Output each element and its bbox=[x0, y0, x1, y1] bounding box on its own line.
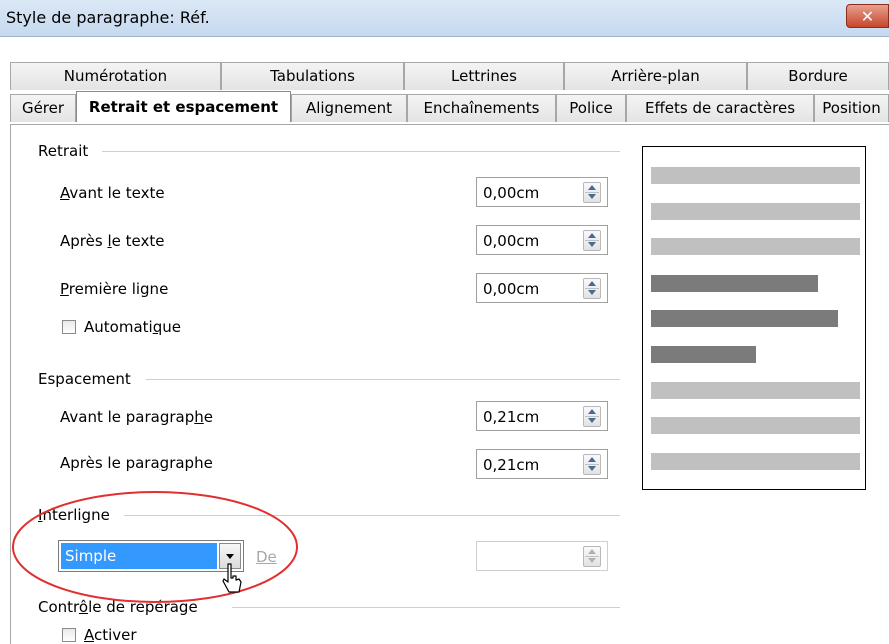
spin-up-icon bbox=[588, 409, 596, 414]
preview-line-current bbox=[651, 346, 756, 363]
spin-down-icon bbox=[588, 558, 596, 563]
espacement-separator bbox=[146, 379, 620, 380]
premiere-ligne-spinbox[interactable]: 0,00cm bbox=[476, 273, 608, 303]
preview-line bbox=[651, 382, 860, 399]
spin-down-icon bbox=[588, 290, 596, 295]
spin-buttons[interactable] bbox=[583, 546, 601, 567]
apres-le-texte-label: Après le texte bbox=[60, 232, 165, 250]
activer-label: Activer bbox=[84, 626, 137, 644]
retrait-separator bbox=[102, 151, 620, 152]
tab-arriere-plan[interactable]: Arrière-plan bbox=[564, 62, 747, 90]
apres-le-paragraphe-spinbox[interactable]: 0,21cm bbox=[476, 449, 608, 479]
retrait-section-label: Retrait bbox=[38, 142, 89, 160]
spin-up-icon bbox=[588, 457, 596, 462]
apres-le-texte-value: 0,00cm bbox=[483, 232, 540, 250]
tab-tabulations[interactable]: Tabulations bbox=[221, 62, 404, 90]
tab-bordure[interactable]: Bordure bbox=[747, 62, 889, 90]
apres-le-texte-spinbox[interactable]: 0,00cm bbox=[476, 225, 608, 255]
avant-le-texte-label: Avant le texte bbox=[60, 184, 165, 202]
avant-le-texte-value: 0,00cm bbox=[483, 184, 540, 202]
avant-le-paragraphe-value: 0,21cm bbox=[483, 408, 540, 426]
tab-retrait-et-espacement[interactable]: Retrait et espacement bbox=[76, 91, 291, 122]
title-bar: Style de paragraphe: Réf. ✕ bbox=[0, 0, 889, 37]
spin-down-icon bbox=[588, 418, 596, 423]
apres-le-paragraphe-value: 0,21cm bbox=[483, 456, 540, 474]
window-title: Style de paragraphe: Réf. bbox=[6, 8, 210, 27]
spin-down-icon bbox=[588, 466, 596, 471]
spin-buttons[interactable] bbox=[583, 278, 601, 299]
spin-up-icon bbox=[588, 281, 596, 286]
spin-buttons[interactable] bbox=[583, 406, 601, 427]
tab-numerotation[interactable]: Numérotation bbox=[10, 62, 221, 90]
preview-line bbox=[651, 238, 860, 255]
avant-le-paragraphe-spinbox[interactable]: 0,21cm bbox=[476, 401, 608, 431]
paragraph-preview bbox=[642, 146, 866, 490]
preview-line bbox=[651, 167, 860, 184]
interligne-value-spinbox[interactable] bbox=[476, 541, 608, 571]
apres-le-paragraphe-label: Après le paragraphe bbox=[60, 454, 213, 472]
controle-separator bbox=[232, 607, 620, 608]
automatique-label: Automatique bbox=[84, 318, 181, 336]
tab-gerer[interactable]: Gérer bbox=[10, 94, 76, 122]
preview-line-current bbox=[651, 275, 818, 292]
avant-le-paragraphe-label: Avant le paragraphe bbox=[60, 408, 213, 426]
activer-checkbox[interactable] bbox=[62, 628, 76, 642]
espacement-section-label: Espacement bbox=[38, 370, 131, 388]
tab-enchainements[interactable]: Enchaînements bbox=[407, 94, 556, 122]
mouse-pointer-icon bbox=[222, 563, 242, 593]
spin-buttons[interactable] bbox=[583, 230, 601, 251]
avant-le-texte-spinbox[interactable]: 0,00cm bbox=[476, 177, 608, 207]
preview-line bbox=[651, 453, 860, 470]
tab-lettrines[interactable]: Lettrines bbox=[404, 62, 564, 90]
spin-up-icon bbox=[588, 233, 596, 238]
spin-buttons[interactable] bbox=[583, 182, 601, 203]
premiere-ligne-label: Première ligne bbox=[60, 280, 169, 298]
spin-up-icon bbox=[588, 185, 596, 190]
automatique-checkbox[interactable] bbox=[62, 320, 76, 334]
tab-effets-de-caracteres[interactable]: Effets de caractères bbox=[626, 94, 814, 122]
tab-police[interactable]: Police bbox=[556, 94, 626, 122]
close-button[interactable]: ✕ bbox=[846, 4, 889, 28]
spin-up-icon bbox=[588, 549, 596, 554]
preview-line-current bbox=[651, 310, 838, 327]
close-icon: ✕ bbox=[860, 7, 875, 26]
spin-down-icon bbox=[588, 242, 596, 247]
preview-line bbox=[651, 417, 860, 434]
highlight-ellipse bbox=[12, 491, 298, 603]
spin-down-icon bbox=[588, 194, 596, 199]
premiere-ligne-value: 0,00cm bbox=[483, 280, 540, 298]
tab-alignement[interactable]: Alignement bbox=[291, 94, 407, 122]
preview-line bbox=[651, 203, 860, 220]
spin-buttons[interactable] bbox=[583, 454, 601, 475]
tab-position[interactable]: Position bbox=[814, 94, 889, 122]
